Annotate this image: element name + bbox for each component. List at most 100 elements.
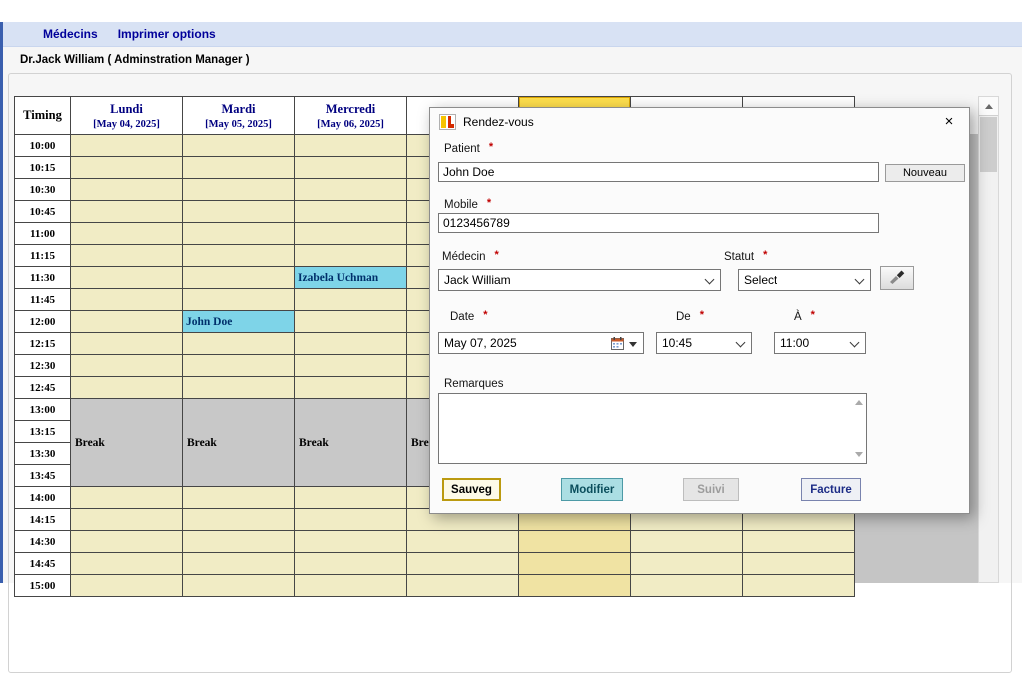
remarques-textarea[interactable] bbox=[439, 394, 866, 463]
modifier-button[interactable]: Modifier bbox=[561, 478, 623, 501]
menu-item-2[interactable]: Imprimer options bbox=[108, 27, 226, 41]
time-cell: 14:45 bbox=[15, 553, 71, 575]
scrollbar-thumb[interactable] bbox=[980, 117, 997, 172]
schedule-cell[interactable] bbox=[183, 487, 295, 509]
schedule-cell[interactable] bbox=[71, 355, 183, 377]
to-time-dropdown[interactable]: 11:00 bbox=[774, 332, 866, 354]
schedule-cell[interactable] bbox=[631, 553, 743, 575]
date-picker[interactable]: May 07, 2025 bbox=[438, 332, 644, 354]
schedule-cell[interactable] bbox=[295, 223, 407, 245]
schedule-cell[interactable] bbox=[295, 509, 407, 531]
time-cell: 12:45 bbox=[15, 377, 71, 399]
date-label-text: Date bbox=[450, 311, 474, 323]
schedule-cell[interactable] bbox=[71, 487, 183, 509]
from-time-dropdown[interactable]: 10:45 bbox=[656, 332, 752, 354]
menu-item-1[interactable]: Médecins bbox=[33, 27, 108, 41]
schedule-cell[interactable] bbox=[183, 157, 295, 179]
schedule-cell[interactable] bbox=[71, 135, 183, 157]
statut-dropdown[interactable]: Select bbox=[738, 269, 871, 291]
schedule-cell[interactable] bbox=[295, 311, 407, 333]
required-asterisk: * bbox=[483, 309, 487, 321]
schedule-cell[interactable] bbox=[743, 553, 855, 575]
schedule-cell[interactable] bbox=[631, 531, 743, 553]
schedule-cell[interactable] bbox=[183, 333, 295, 355]
schedule-cell[interactable] bbox=[183, 223, 295, 245]
schedule-cell[interactable] bbox=[295, 377, 407, 399]
schedule-cell[interactable] bbox=[71, 157, 183, 179]
schedule-cell[interactable] bbox=[71, 289, 183, 311]
schedule-cell[interactable] bbox=[407, 553, 519, 575]
time-cell: 11:45 bbox=[15, 289, 71, 311]
dialog-titlebar[interactable]: Rendez-vous × bbox=[430, 108, 969, 135]
time-cell: 13:45 bbox=[15, 465, 71, 487]
break-cell: Break bbox=[295, 399, 407, 487]
schedule-cell[interactable] bbox=[295, 553, 407, 575]
schedule-cell[interactable] bbox=[183, 509, 295, 531]
patient-input[interactable] bbox=[438, 162, 879, 182]
schedule-cell[interactable] bbox=[295, 179, 407, 201]
schedule-cell[interactable] bbox=[71, 575, 183, 597]
suivi-button: Suivi bbox=[683, 478, 739, 501]
vertical-scrollbar[interactable] bbox=[978, 96, 999, 583]
time-cell: 13:15 bbox=[15, 421, 71, 443]
day-header-lundi: Lundi[May 04, 2025] bbox=[71, 97, 183, 135]
schedule-cell[interactable] bbox=[295, 135, 407, 157]
schedule-cell[interactable] bbox=[183, 267, 295, 289]
schedule-cell[interactable] bbox=[519, 553, 631, 575]
appointment-cell[interactable]: Izabela Uchman bbox=[295, 267, 407, 289]
time-cell: 15:00 bbox=[15, 575, 71, 597]
schedule-cell[interactable] bbox=[519, 531, 631, 553]
facture-button[interactable]: Facture bbox=[801, 478, 861, 501]
schedule-cell[interactable] bbox=[71, 333, 183, 355]
remarques-label: Remarques bbox=[444, 378, 503, 390]
mobile-input[interactable] bbox=[438, 213, 879, 233]
schedule-cell[interactable] bbox=[183, 201, 295, 223]
schedule-cell[interactable] bbox=[71, 377, 183, 399]
medecin-value: Jack William bbox=[444, 273, 511, 287]
schedule-cell[interactable] bbox=[183, 531, 295, 553]
schedule-cell[interactable] bbox=[71, 267, 183, 289]
sauvegarder-button[interactable]: Sauveg bbox=[442, 478, 501, 501]
schedule-cell[interactable] bbox=[295, 355, 407, 377]
schedule-cell[interactable] bbox=[295, 487, 407, 509]
schedule-cell[interactable] bbox=[183, 575, 295, 597]
schedule-cell[interactable] bbox=[183, 553, 295, 575]
schedule-cell[interactable] bbox=[295, 575, 407, 597]
nouveau-button[interactable]: Nouveau bbox=[885, 164, 965, 182]
schedule-cell[interactable] bbox=[407, 575, 519, 597]
schedule-cell[interactable] bbox=[295, 289, 407, 311]
schedule-cell[interactable] bbox=[71, 531, 183, 553]
appointment-dialog-icon bbox=[439, 114, 456, 130]
status-brush-button[interactable] bbox=[880, 266, 914, 290]
brush-icon bbox=[888, 269, 906, 287]
schedule-cell[interactable] bbox=[71, 311, 183, 333]
schedule-cell[interactable] bbox=[295, 333, 407, 355]
schedule-cell[interactable] bbox=[71, 245, 183, 267]
schedule-cell[interactable] bbox=[743, 575, 855, 597]
schedule-cell[interactable] bbox=[295, 531, 407, 553]
schedule-cell[interactable] bbox=[183, 245, 295, 267]
schedule-cell[interactable] bbox=[183, 377, 295, 399]
schedule-cell[interactable] bbox=[71, 553, 183, 575]
schedule-cell[interactable] bbox=[295, 157, 407, 179]
schedule-cell[interactable] bbox=[519, 575, 631, 597]
schedule-cell[interactable] bbox=[183, 179, 295, 201]
medecin-dropdown[interactable]: Jack William bbox=[438, 269, 721, 291]
close-button[interactable]: × bbox=[938, 113, 960, 130]
schedule-cell[interactable] bbox=[183, 135, 295, 157]
time-cell: 11:00 bbox=[15, 223, 71, 245]
schedule-cell[interactable] bbox=[295, 245, 407, 267]
schedule-cell[interactable] bbox=[71, 201, 183, 223]
scroll-up-button[interactable] bbox=[979, 97, 998, 116]
schedule-cell[interactable] bbox=[407, 531, 519, 553]
schedule-cell[interactable] bbox=[183, 355, 295, 377]
schedule-cell[interactable] bbox=[71, 179, 183, 201]
schedule-cell[interactable] bbox=[295, 201, 407, 223]
schedule-cell[interactable] bbox=[183, 289, 295, 311]
schedule-cell[interactable] bbox=[71, 223, 183, 245]
schedule-cell[interactable] bbox=[743, 531, 855, 553]
remarques-label-text: Remarques bbox=[444, 378, 503, 390]
schedule-cell[interactable] bbox=[631, 575, 743, 597]
appointment-cell[interactable]: John Doe bbox=[183, 311, 295, 333]
schedule-cell[interactable] bbox=[71, 509, 183, 531]
